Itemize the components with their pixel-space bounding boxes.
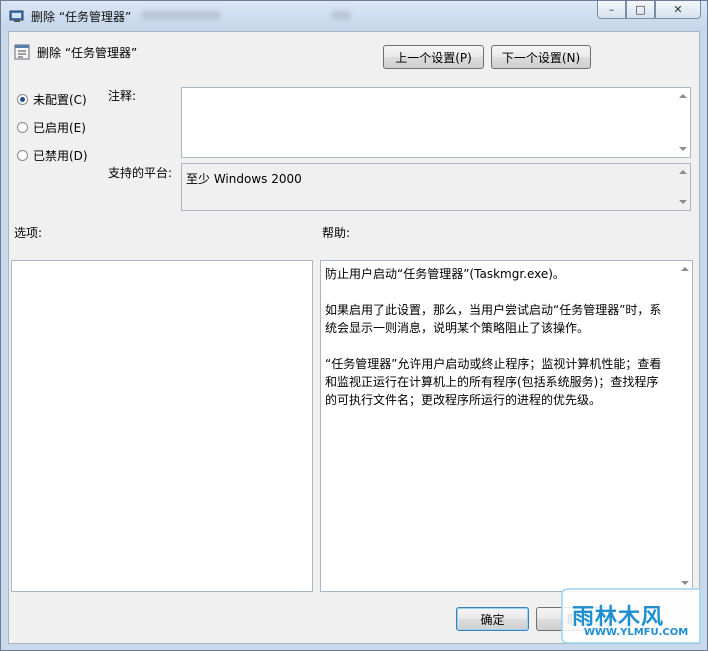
platform-field: 至少 Windows 2000: [181, 163, 691, 211]
watermark-url: WWW.YLMFU.COM: [584, 627, 689, 638]
help-label: 帮助:: [322, 226, 351, 240]
help-paragraph: “任务管理器”允许用户启动或终止程序；监视计算机性能；查看和监视正运行在计算机上…: [325, 357, 662, 407]
help-paragraph: 防止用户启动“任务管理器”(Taskmgr.exe)。: [325, 267, 565, 281]
options-panel: [11, 260, 313, 592]
platform-value: 至少 Windows 2000: [186, 172, 302, 186]
minimize-button[interactable]: –: [597, 1, 626, 19]
radio-indicator[interactable]: [17, 122, 28, 133]
platform-scrollbar[interactable]: [674, 164, 690, 210]
maximize-button[interactable]: □: [626, 1, 655, 19]
radio-label: 未配置(C): [33, 93, 87, 107]
policy-editor-icon: [9, 10, 24, 22]
scroll-up-icon[interactable]: [679, 94, 687, 98]
title-bar[interactable]: 删除 “任务管理器” – □ ✕: [1, 1, 707, 31]
next-setting-button[interactable]: 下一个设置(N): [491, 45, 591, 69]
blurred-title-fragment: [141, 11, 221, 20]
close-button[interactable]: ✕: [655, 1, 701, 19]
policy-setting-icon: [14, 44, 30, 60]
radio-indicator[interactable]: [17, 150, 28, 161]
caption-buttons: – □ ✕: [597, 1, 701, 21]
radio-indicator[interactable]: [17, 94, 28, 105]
blurred-title-fragment: [331, 11, 351, 20]
help-panel: 防止用户启动“任务管理器”(Taskmgr.exe)。 如果启用了此设置，那么，…: [320, 260, 693, 592]
comment-label: 注释:: [108, 89, 137, 103]
scroll-down-icon[interactable]: [679, 147, 687, 151]
radio-disabled[interactable]: 已禁用(D): [17, 147, 88, 164]
previous-setting-button[interactable]: 上一个设置(P): [383, 45, 484, 69]
scroll-up-icon[interactable]: [679, 170, 687, 174]
radio-label: 已禁用(D): [33, 149, 88, 163]
help-scrollbar[interactable]: [676, 261, 692, 591]
radio-enabled[interactable]: 已启用(E): [17, 119, 86, 136]
comment-field[interactable]: [181, 87, 691, 158]
window-title: 删除 “任务管理器”: [31, 10, 132, 24]
ok-button[interactable]: 确定: [456, 607, 529, 631]
comment-scrollbar[interactable]: [674, 88, 690, 157]
help-paragraph: 如果启用了此设置，那么，当用户尝试启动“任务管理器”时，系统会显示一则消息，说明…: [325, 303, 662, 335]
help-text: 防止用户启动“任务管理器”(Taskmgr.exe)。 如果启用了此设置，那么，…: [325, 265, 670, 427]
radio-label: 已启用(E): [33, 121, 86, 135]
setting-title: 删除 “任务管理器”: [37, 46, 138, 60]
platform-label: 支持的平台:: [108, 166, 173, 180]
radio-not-configured[interactable]: 未配置(C): [17, 91, 87, 108]
options-label: 选项:: [14, 226, 43, 240]
scroll-up-icon[interactable]: [681, 267, 689, 271]
scroll-down-icon[interactable]: [679, 200, 687, 204]
watermark: 雨林木风 WWW.YLMFU.COM: [560, 585, 705, 647]
